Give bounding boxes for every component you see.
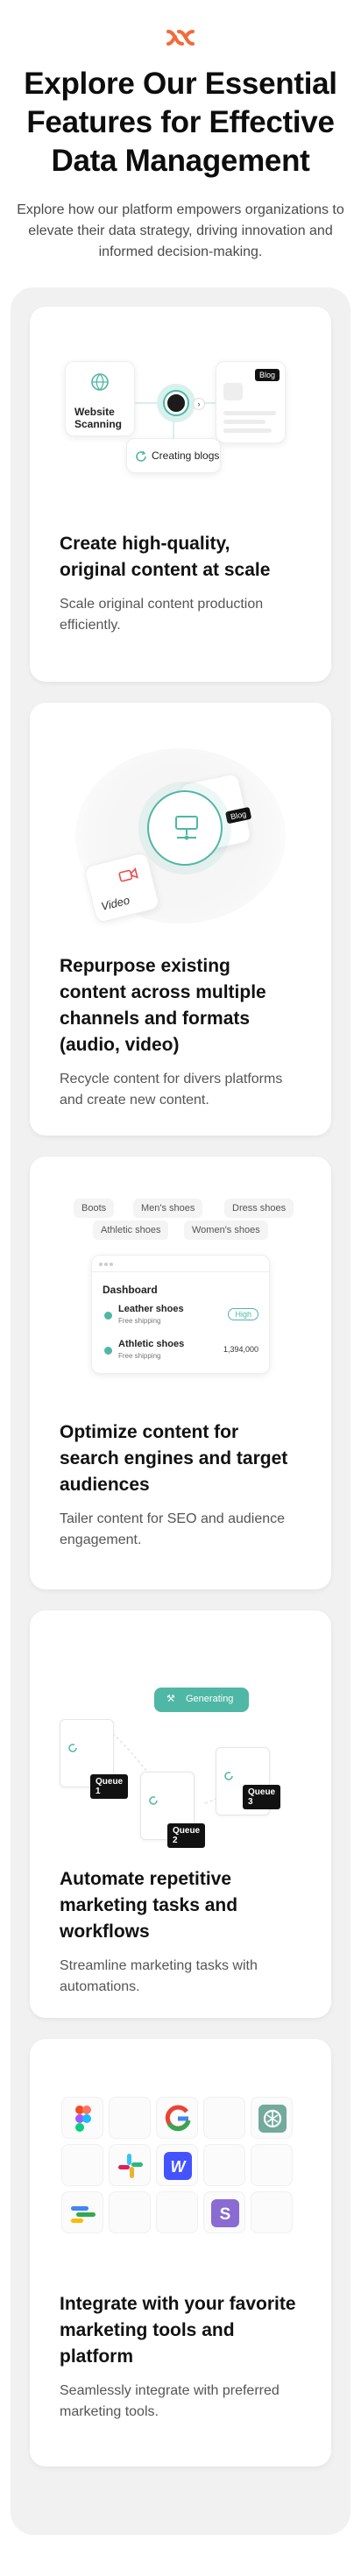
video-camera-icon <box>118 867 138 882</box>
queue-label: Queue 3 <box>243 1785 281 1809</box>
queue-label: Queue 1 <box>90 1774 129 1799</box>
creating-blogs-label: Creating blogs <box>152 449 220 462</box>
refresh-icon <box>149 1796 158 1805</box>
integrations-grid: W S <box>30 2039 331 2267</box>
empty-tile <box>156 2191 198 2233</box>
webflow-tile: W <box>156 2144 198 2186</box>
refresh-icon <box>68 1744 77 1752</box>
website-scanning-label: Website Scanning <box>74 406 123 430</box>
seo-illustration: Boots Men's shoes Dress shoes Athletic s… <box>30 1157 331 1402</box>
status-badge: High <box>228 1308 258 1320</box>
feature-card-repurpose: Blog Video Repurpose existing content ac… <box>30 703 331 1136</box>
analytics-tile <box>61 2191 103 2233</box>
page-header: Explore Our Essential Features for Effec… <box>0 0 361 263</box>
feature-card-integrations: W S Integrate with your favorite marketi… <box>30 2039 331 2466</box>
feature-card-seo: Boots Men's shoes Dress shoes Athletic s… <box>30 1157 331 1589</box>
table-row: Leather shoes Free shipping High <box>101 1301 262 1331</box>
repurpose-hub <box>147 790 223 866</box>
feature-title: Repurpose existing content across multip… <box>60 956 266 1055</box>
queue-doc: Queue 1 <box>60 1719 129 1799</box>
feature-title: Integrate with your favorite marketing t… <box>60 2294 296 2367</box>
slack-icon <box>118 2154 143 2178</box>
blog-badge: Blog <box>224 806 252 824</box>
refresh-icon <box>224 1772 233 1780</box>
blog-output-card: Blog <box>216 361 286 443</box>
globe-icon <box>91 373 109 391</box>
empty-tile <box>203 2097 245 2139</box>
stripe-icon: S <box>211 2199 239 2227</box>
queue-label: Queue 2 <box>167 1823 206 1848</box>
page-subheading: Explore how our platform empowers organi… <box>17 202 344 259</box>
feature-title: Optimize content for search engines and … <box>60 1422 288 1495</box>
seo-dashboard-panel: Dashboard Leather shoes Free shipping Hi… <box>91 1255 270 1374</box>
queue-doc: Queue 2 <box>140 1772 206 1848</box>
svg-text:S: S <box>220 2205 231 2224</box>
feature-title: Automate repetitive marketing tasks and … <box>60 1869 238 1942</box>
feature-description: Scale original content production effici… <box>60 597 264 633</box>
process-node-icon <box>165 392 188 414</box>
queue-doc: Queue 3 <box>216 1747 281 1815</box>
window-dots <box>99 1263 103 1266</box>
arrow-right-icon: › <box>193 398 205 410</box>
google-tile <box>156 2097 198 2139</box>
refresh-icon <box>136 450 146 462</box>
automation-illustration: ⚒ Generating Queue 1 Queue 2 Queue 3 <box>30 1610 331 1866</box>
dashboard-title: Dashboard <box>103 1284 158 1296</box>
keyword-chip: Boots <box>74 1199 115 1218</box>
google-analytics-icon <box>71 2206 96 2223</box>
empty-tile <box>109 2191 151 2233</box>
network-icon <box>175 816 198 840</box>
feature-description: Tailer content for SEO and audience enga… <box>60 1511 286 1547</box>
openai-icon <box>258 2105 287 2133</box>
feature-card-automation: ⚒ Generating Queue 1 Queue 2 Queue 3 Aut… <box>30 1610 331 2018</box>
stripe-tile: S <box>203 2191 245 2233</box>
empty-tile <box>203 2144 245 2186</box>
openai-tile <box>251 2097 293 2139</box>
empty-tile <box>61 2144 103 2186</box>
feature-card-content-creation: Website Scanning › Blog Creating blogs C… <box>30 307 331 682</box>
video-label: Video <box>99 893 131 914</box>
website-scanning-card: Website Scanning <box>65 361 135 436</box>
brand-logo-icon <box>166 30 195 46</box>
volume-value: 1,394,000 <box>223 1345 258 1354</box>
slack-tile <box>109 2144 151 2186</box>
features-container: Website Scanning › Blog Creating blogs C… <box>11 287 350 2535</box>
feature-title: Create high-quality, original content at… <box>60 534 271 580</box>
page-title: Explore Our Essential Features for Effec… <box>24 67 337 178</box>
figma-icon <box>75 2105 91 2132</box>
empty-tile <box>109 2097 151 2139</box>
empty-tile <box>251 2144 293 2186</box>
feature-description: Streamline marketing tasks with automati… <box>60 1958 258 1994</box>
empty-tile <box>251 2191 293 2233</box>
keyword-chip: Dress shoes <box>224 1199 294 1218</box>
creating-blogs-status: Creating blogs <box>126 438 221 473</box>
content-creation-illustration: Website Scanning › Blog Creating blogs <box>30 307 331 526</box>
figma-tile <box>61 2097 103 2139</box>
keyword-chip: Men's shoes <box>133 1199 203 1218</box>
keyword-chip: Athletic shoes <box>93 1221 169 1240</box>
keyword-chip: Women's shoes <box>184 1221 268 1240</box>
google-icon <box>165 2105 191 2132</box>
svg-text:W: W <box>171 2158 188 2176</box>
table-row: Athletic shoes Free shipping 1,394,000 <box>101 1336 262 1366</box>
blog-badge: Blog <box>254 369 280 381</box>
image-placeholder-icon <box>223 383 243 400</box>
feature-description: Recycle content for divers platforms and… <box>60 1072 283 1108</box>
feature-description: Seamlessly integrate with preferred mark… <box>60 2383 280 2419</box>
repurpose-illustration: Blog Video <box>30 703 331 929</box>
webflow-icon: W <box>164 2152 192 2180</box>
